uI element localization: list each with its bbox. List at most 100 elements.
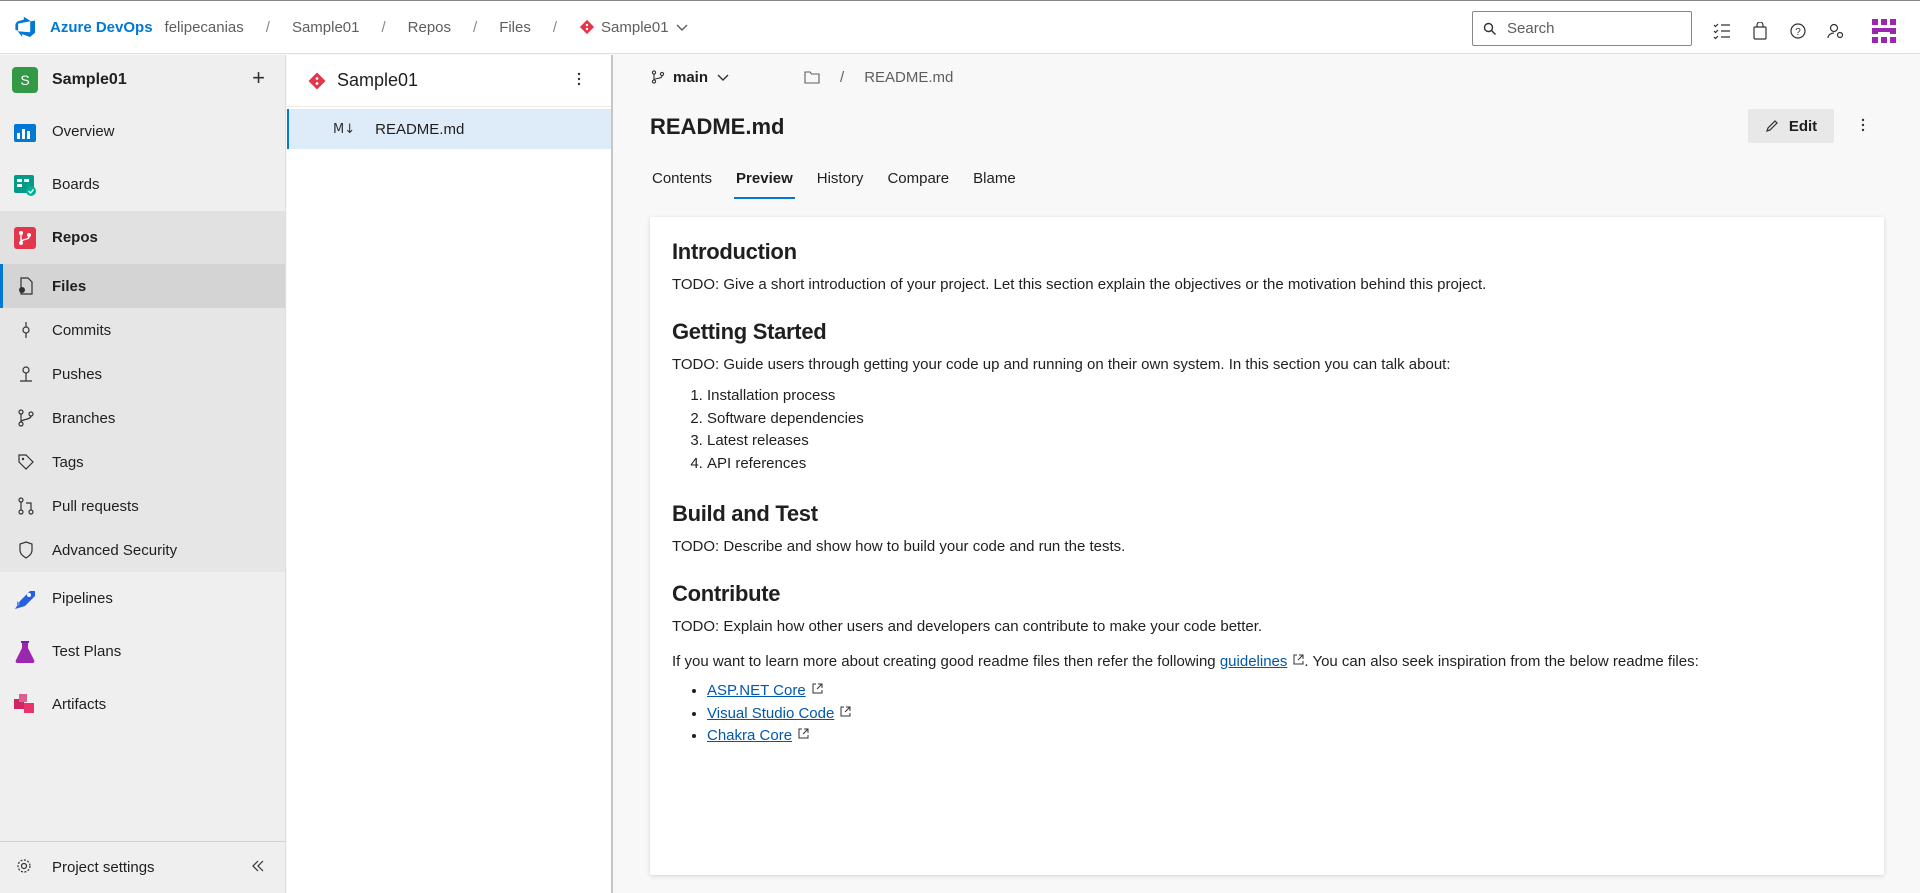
add-icon[interactable]: + — [252, 67, 265, 89]
boards-icon — [12, 172, 38, 198]
list-item: Latest releases — [707, 430, 1862, 453]
build-test-paragraph: TODO: Describe and show how to build you… — [672, 538, 1126, 555]
file-tabs: Contents Preview History Compare Blame — [615, 155, 1920, 201]
tab-contents[interactable]: Contents — [650, 155, 714, 201]
top-bar: Azure DevOps felipecanias / Sample01 / R… — [0, 0, 1920, 54]
nav-item-artifacts[interactable]: Artifacts — [0, 678, 285, 731]
readme-links-list: ASP.NET Core Visual Studio Code Chakra C… — [707, 680, 1862, 748]
sub-item-commits[interactable]: Commits — [0, 308, 285, 352]
nav-item-label: Repos — [52, 229, 98, 246]
tab-history[interactable]: History — [815, 155, 866, 201]
nav-item-repos[interactable]: Repos — [0, 211, 285, 264]
project-header[interactable]: S Sample01 + — [0, 55, 285, 105]
tab-blame[interactable]: Blame — [971, 155, 1018, 201]
nav-item-boards[interactable]: Boards — [0, 158, 285, 211]
file-tree-header: Sample01 — [287, 55, 611, 107]
test-plans-icon — [12, 639, 38, 665]
sub-item-label: Pushes — [52, 365, 103, 383]
sub-item-label: Advanced Security — [52, 541, 178, 559]
sub-item-label: Files — [52, 277, 87, 295]
branch-icon — [651, 70, 665, 84]
more-options-icon[interactable] — [1855, 117, 1871, 137]
getting-started-list: Installation process Software dependenci… — [707, 385, 1862, 475]
breadcrumb-separator: / — [473, 18, 478, 36]
sub-item-branches[interactable]: Branches — [0, 396, 285, 440]
sub-item-label: Branches — [52, 409, 116, 427]
tab-compare[interactable]: Compare — [885, 155, 951, 201]
list-item: Chakra Core — [707, 725, 1862, 748]
nav-item-overview[interactable]: Overview — [0, 105, 285, 158]
external-link-icon — [798, 728, 809, 739]
pipelines-icon — [12, 586, 38, 612]
branch-selector[interactable]: main — [651, 69, 730, 86]
search-input[interactable] — [1507, 20, 1677, 37]
commit-icon — [16, 320, 36, 340]
intro-paragraph: TODO: Give a short introduction of your … — [672, 276, 1487, 293]
search-box[interactable] — [1472, 11, 1692, 46]
vscode-link[interactable]: Visual Studio Code — [707, 705, 834, 722]
sub-item-label: Commits — [52, 321, 112, 339]
project-avatar: S — [12, 67, 38, 93]
nav-item-pipelines[interactable]: Pipelines — [0, 572, 285, 625]
main-content: main / README.md README.md Edit Contents… — [615, 55, 1920, 893]
push-icon — [16, 364, 36, 384]
project-settings[interactable]: Project settings — [0, 841, 286, 893]
heading-contribute: Contribute — [672, 581, 781, 606]
collapse-nav-icon[interactable] — [250, 858, 266, 878]
azure-devops-logo-icon[interactable] — [14, 15, 38, 39]
sub-item-pull-requests[interactable]: Pull requests — [0, 484, 285, 528]
project-name: Sample01 — [52, 71, 127, 88]
gear-icon — [16, 858, 36, 878]
sub-item-tags[interactable]: Tags — [0, 440, 285, 484]
sub-item-label: Tags — [52, 453, 84, 471]
file-title: README.md — [650, 114, 785, 139]
task-list-icon[interactable] — [1710, 19, 1734, 43]
svg-text:?: ? — [1795, 27, 1801, 38]
help-icon[interactable]: ? — [1786, 19, 1810, 43]
file-tree-item-readme[interactable]: M↓ README.md — [287, 109, 611, 149]
user-avatar[interactable] — [1868, 15, 1900, 47]
more-info-text: If you want to learn more about creating… — [672, 653, 1220, 670]
contribute-paragraph: TODO: Explain how other users and develo… — [672, 618, 1263, 635]
breadcrumb-project[interactable]: Sample01 — [292, 19, 360, 36]
overview-icon — [12, 119, 38, 145]
list-item: ASP.NET Core — [707, 680, 1862, 703]
shield-icon — [16, 540, 36, 560]
breadcrumb-repo-label: Sample01 — [601, 18, 669, 36]
getting-started-paragraph: TODO: Guide users through getting your c… — [672, 356, 1451, 373]
breadcrumb-org[interactable]: felipecanias — [165, 19, 244, 36]
breadcrumb-separator: / — [381, 18, 386, 36]
brand-link[interactable]: Azure DevOps — [50, 19, 153, 36]
git-repo-icon — [308, 72, 326, 89]
folder-icon[interactable] — [804, 70, 820, 84]
more-info-text-after: . You can also seek inspiration from the… — [1304, 653, 1699, 670]
files-icon — [16, 276, 36, 296]
project-settings-label: Project settings — [52, 859, 155, 876]
file-tree-panel: Sample01 M↓ README.md — [287, 55, 613, 893]
file-name: README.md — [375, 120, 465, 138]
sub-item-files[interactable]: Files — [0, 264, 285, 308]
edit-button[interactable]: Edit — [1748, 109, 1834, 143]
tab-preview[interactable]: Preview — [734, 155, 795, 201]
heading-build-and-test: Build and Test — [672, 501, 818, 526]
nav-item-label: Test Plans — [52, 643, 122, 660]
branch-name: main — [673, 68, 709, 86]
chakra-core-link[interactable]: Chakra Core — [707, 727, 792, 744]
list-item: Installation process — [707, 385, 1862, 408]
sub-item-advanced-security[interactable]: Advanced Security — [0, 528, 285, 572]
left-navigation: S Sample01 + Overview Boards Repos Files… — [0, 55, 286, 893]
heading-introduction: Introduction — [672, 239, 797, 264]
marketplace-bag-icon[interactable] — [1748, 19, 1772, 43]
sub-item-pushes[interactable]: Pushes — [0, 352, 285, 396]
chevron-down-icon — [676, 24, 688, 31]
branch-icon — [16, 408, 36, 428]
guidelines-link[interactable]: guidelines — [1220, 653, 1288, 670]
breadcrumb-files[interactable]: Files — [499, 19, 531, 36]
breadcrumb-repos[interactable]: Repos — [408, 19, 451, 36]
more-options-icon[interactable] — [571, 71, 587, 91]
breadcrumb-repo-selector[interactable]: Sample01 — [579, 19, 689, 36]
list-item: Visual Studio Code — [707, 703, 1862, 726]
nav-item-test-plans[interactable]: Test Plans — [0, 625, 285, 678]
user-settings-icon[interactable] — [1824, 19, 1848, 43]
aspnet-core-link[interactable]: ASP.NET Core — [707, 682, 806, 699]
